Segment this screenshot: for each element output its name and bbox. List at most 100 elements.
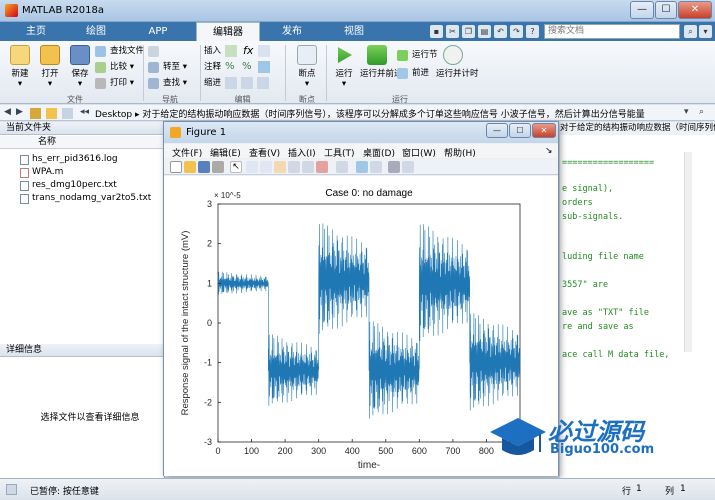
figure-maximize-button[interactable]: ☐ — [509, 123, 531, 138]
print-button[interactable]: 打印 ▾ — [95, 77, 134, 90]
forward-arrow-icon[interactable]: ▶ — [16, 107, 23, 117]
menu-tools[interactable]: 工具(T) — [324, 146, 355, 159]
menu-desktop[interactable]: 桌面(D) — [363, 146, 395, 159]
figure-minimize-button[interactable]: — — [486, 123, 508, 138]
browse-folder-icon[interactable] — [46, 108, 57, 119]
file-item[interactable]: res_dmg10perc.txt — [20, 179, 117, 192]
x-tick-label: 0 — [215, 446, 220, 456]
editor-tab[interactable]: 对于给定的结构振动响应数据（时间序列信号），该程序可以... — [560, 122, 715, 135]
link-icon[interactable] — [336, 161, 348, 173]
insert-button[interactable]: 插入 — [204, 45, 221, 58]
menu-overflow-icon[interactable]: ↘ — [545, 146, 553, 156]
nav-back-button[interactable] — [148, 45, 163, 58]
search-input[interactable]: 搜索文档 — [544, 24, 680, 39]
back-arrow-icon[interactable]: ◀ — [4, 107, 11, 117]
copy-icon[interactable]: ❐ — [462, 25, 475, 38]
open-button[interactable]: 打开 ▾ — [36, 45, 64, 89]
new-figure-icon[interactable] — [170, 161, 182, 173]
tab-apps[interactable]: APP — [128, 22, 188, 41]
path-dropdown-icon[interactable]: ▾ — [684, 107, 689, 117]
close-button[interactable]: ✕ — [678, 1, 712, 19]
minimize-button[interactable]: — — [630, 1, 654, 19]
status-icon — [6, 484, 17, 495]
tab-home[interactable]: 主页 — [8, 22, 64, 41]
comment-percent-icon[interactable]: % — [225, 61, 235, 72]
menu-window[interactable]: 窗口(W) — [402, 146, 436, 159]
indent-icon[interactable] — [225, 77, 237, 89]
help-icon[interactable]: ? — [526, 25, 539, 38]
insert-colorbar-icon[interactable] — [356, 161, 368, 173]
up-folder-icon[interactable] — [30, 108, 41, 119]
search-path-icon[interactable]: ⌕ — [699, 107, 704, 117]
find-icon — [148, 78, 159, 89]
wrap-icon[interactable] — [258, 61, 270, 73]
find-folder-icon[interactable] — [62, 108, 73, 119]
zoom-in-icon[interactable] — [246, 161, 258, 173]
group-label-edit: 编辑 — [234, 95, 251, 104]
goto-icon — [148, 62, 159, 73]
file-item[interactable]: trans_nodamg_var2to5.txt — [20, 192, 151, 205]
file-item[interactable]: WPA.m — [20, 166, 63, 179]
goto-button[interactable]: 转至 ▾ — [148, 61, 187, 74]
run-time-button[interactable]: 运行并计时 — [436, 45, 479, 79]
compare-button[interactable]: 比较 ▾ — [95, 61, 134, 74]
folder-icon — [40, 45, 60, 65]
new-button[interactable]: 新建 ▾ — [6, 45, 34, 89]
brush-icon[interactable] — [316, 161, 328, 173]
tab-publish[interactable]: 发布 — [262, 22, 322, 41]
file-item[interactable]: hs_err_pid3616.log — [20, 153, 118, 166]
fx-icon[interactable]: fx — [243, 44, 253, 57]
undo-icon[interactable]: ↶ — [494, 25, 507, 38]
print-icon — [95, 78, 106, 89]
save-icon[interactable]: ▪ — [430, 25, 443, 38]
run-advance-button[interactable]: 运行并前进 — [360, 45, 403, 79]
indent-button[interactable]: 缩进 — [204, 77, 221, 90]
menu-file[interactable]: 文件(F) — [172, 146, 202, 159]
code-line: e signal), — [562, 184, 614, 194]
indent-left-icon[interactable] — [257, 77, 269, 89]
tab-view[interactable]: 视图 — [324, 22, 384, 41]
menu-view[interactable]: 查看(V) — [249, 146, 280, 159]
comment-icon[interactable]: % — [242, 61, 252, 72]
show-plot-tools-icon[interactable] — [402, 161, 414, 173]
figure-close-button[interactable]: ✕ — [532, 123, 556, 138]
print-icon[interactable] — [212, 161, 224, 173]
tab-editor[interactable]: 编辑器 — [196, 22, 260, 41]
save-button[interactable]: 保存 ▾ — [66, 45, 94, 89]
maximize-button[interactable]: ☐ — [655, 1, 677, 19]
current-path[interactable]: Desktop ▸ 对于给定的结构振动响应数据（时间序列信号），该程序可以分解成… — [95, 107, 645, 120]
pan-icon[interactable] — [274, 161, 286, 173]
find-button[interactable]: 查找 ▾ — [148, 77, 187, 90]
menu-help[interactable]: 帮助(H) — [444, 146, 476, 159]
name-column-header[interactable]: 名称 — [0, 136, 165, 149]
insert-section-icon[interactable] — [225, 45, 237, 57]
tab-plots[interactable]: 绘图 — [68, 22, 124, 41]
open-icon[interactable] — [184, 161, 196, 173]
editor-scrollbar[interactable] — [684, 152, 692, 352]
search-icon[interactable]: ⌕ — [684, 25, 697, 38]
find-files-button[interactable]: 查找文件 — [95, 45, 144, 58]
advance-button[interactable]: 前进 — [397, 67, 429, 80]
timer-icon — [443, 45, 463, 65]
data-cursor-icon[interactable] — [302, 161, 314, 173]
comment-button[interactable]: 注释 — [204, 61, 221, 74]
row-label: 行 — [622, 487, 632, 497]
save-icon[interactable] — [198, 161, 210, 173]
menu-edit[interactable]: 编辑(E) — [210, 146, 241, 159]
redo-icon[interactable]: ↷ — [510, 25, 523, 38]
pointer-icon[interactable]: ↖ — [230, 161, 242, 173]
figure-icon — [170, 127, 181, 138]
breakpoints-button[interactable]: 断点 ▾ — [290, 45, 324, 89]
collapse-ribbon-icon[interactable]: ▾ — [699, 25, 712, 38]
insert-icon[interactable] — [258, 45, 270, 57]
zoom-out-icon[interactable] — [260, 161, 272, 173]
indent-right-icon[interactable] — [241, 77, 253, 89]
paste-icon[interactable]: ▤ — [478, 25, 491, 38]
cut-icon[interactable]: ✂ — [446, 25, 459, 38]
run-button[interactable]: 运行 ▾ — [330, 45, 358, 89]
run-section-button[interactable]: 运行节 — [397, 49, 438, 62]
rotate-icon[interactable] — [288, 161, 300, 173]
menu-insert[interactable]: 插入(I) — [288, 146, 316, 159]
hide-plot-tools-icon[interactable] — [388, 161, 400, 173]
insert-legend-icon[interactable] — [370, 161, 382, 173]
